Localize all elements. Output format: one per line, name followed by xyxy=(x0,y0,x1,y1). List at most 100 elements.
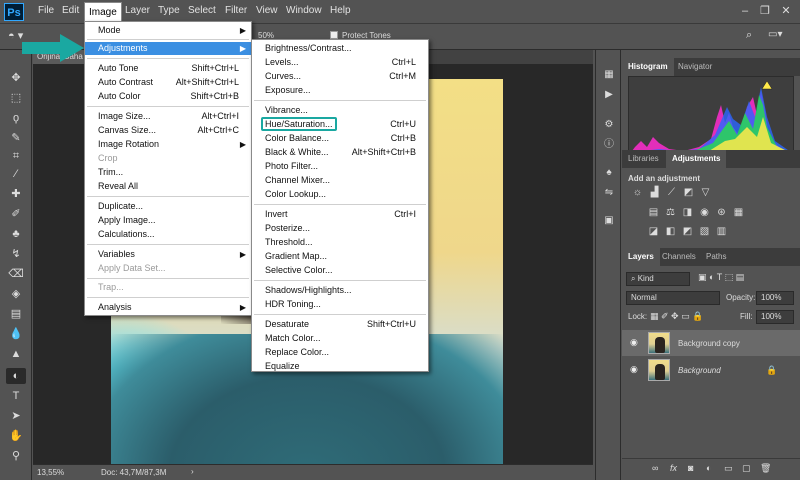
tab-channels[interactable]: Channels xyxy=(656,248,702,266)
menu-item-hdr-toning[interactable]: HDR Toning... xyxy=(252,298,428,311)
menu-view[interactable]: View xyxy=(256,5,278,16)
menu-item-image-size[interactable]: Image Size... Alt+Ctrl+I xyxy=(85,110,251,123)
menu-item-auto-color[interactable]: Auto Color Shift+Ctrl+B xyxy=(85,90,251,103)
brush-settings-icon[interactable]: ♠ xyxy=(601,166,617,180)
exposure-adj-icon[interactable]: ◩ xyxy=(683,187,694,198)
menu-item-reveal-all[interactable]: Reveal All xyxy=(85,180,251,193)
menu-layer[interactable]: Layer xyxy=(125,5,150,16)
layer-row-background-copy[interactable]: ◉ Background copy xyxy=(622,330,800,356)
new-layer-icon[interactable]: ▢ xyxy=(742,463,751,474)
dodge-tool-icon[interactable]: ▲ xyxy=(6,346,26,362)
menu-item-shadows-highlights[interactable]: Shadows/Highlights... xyxy=(252,284,428,297)
menu-item-calculations[interactable]: Calculations... xyxy=(85,228,251,241)
actions-play-icon[interactable]: ▶ xyxy=(601,88,617,102)
menu-filter[interactable]: Filter xyxy=(225,5,247,16)
protect-tones-checkbox[interactable] xyxy=(330,31,338,39)
photo-filter-adj-icon[interactable]: ◉ xyxy=(699,207,710,218)
menu-select[interactable]: Select xyxy=(188,5,216,16)
move-tool-icon[interactable]: ✥ xyxy=(6,70,26,86)
vibrance-adj-icon[interactable]: ▽ xyxy=(700,187,711,198)
eraser-tool-icon[interactable]: ⌫ xyxy=(6,266,26,282)
tab-histogram[interactable]: Histogram xyxy=(622,58,674,76)
tab-layers[interactable]: Layers xyxy=(622,248,660,266)
menu-item-replace-color[interactable]: Replace Color... xyxy=(252,346,428,359)
menu-item-hue-saturation[interactable]: Hue/Saturation... Ctrl+U xyxy=(252,117,428,131)
menu-item-brightness-contrast[interactable]: Brightness/Contrast... xyxy=(252,42,428,55)
menu-item-duplicate[interactable]: Duplicate... xyxy=(85,200,251,213)
menu-item-apply-image[interactable]: Apply Image... xyxy=(85,214,251,227)
menu-item-equalize[interactable]: Equalize xyxy=(252,360,428,373)
close-button[interactable]: ✕ xyxy=(777,3,795,19)
eye-icon[interactable]: ◉ xyxy=(630,337,638,348)
tab-adjustments[interactable]: Adjustments xyxy=(666,150,727,168)
posterize-adj-icon[interactable]: ◧ xyxy=(665,226,676,237)
hue-sat-adj-icon[interactable]: ▤ xyxy=(648,207,659,218)
pen-tool-icon[interactable]: ◐ xyxy=(6,368,26,384)
menu-image[interactable]: Image xyxy=(84,2,122,22)
lock-icons[interactable]: ▦ ✐ ✥ ▭ 🔒 xyxy=(650,311,703,322)
menu-item-threshold[interactable]: Threshold... xyxy=(252,236,428,249)
fill-field[interactable]: 100% xyxy=(756,310,794,324)
menu-item-desaturate[interactable]: Desaturate Shift+Ctrl+U xyxy=(252,318,428,331)
path-select-icon[interactable]: ➤ xyxy=(6,408,26,424)
paint-bucket-icon[interactable]: ◈ xyxy=(6,286,26,302)
mask-icon[interactable]: ◙ xyxy=(688,463,693,473)
menu-item-color-lookup[interactable]: Color Lookup... xyxy=(252,188,428,201)
marquee-tool-icon[interactable]: ⬚ xyxy=(6,90,26,106)
menu-item-adjustments[interactable]: Adjustments ▶ xyxy=(85,42,251,55)
menu-item-image-rotation[interactable]: Image Rotation ▶ xyxy=(85,138,251,151)
hand-tool-icon[interactable]: ✋ xyxy=(6,428,26,444)
curves-adj-icon[interactable]: ⟋ xyxy=(666,187,677,198)
menu-type[interactable]: Type xyxy=(158,5,180,16)
menu-item-photo-filter[interactable]: Photo Filter... xyxy=(252,160,428,173)
quick-select-tool-icon[interactable]: ✎ xyxy=(6,130,26,146)
delete-layer-icon[interactable]: 🗑 xyxy=(760,463,771,474)
crop-tool-icon[interactable]: ⌗ xyxy=(6,148,26,164)
stamp-tool-icon[interactable]: ♣ xyxy=(6,226,26,242)
eye-icon[interactable]: ◉ xyxy=(630,364,638,375)
clone-source-icon[interactable]: ▣ xyxy=(601,214,617,228)
levels-adj-icon[interactable]: ▟ xyxy=(649,187,660,198)
menu-item-exposure[interactable]: Exposure... xyxy=(252,84,428,97)
menu-item-trim[interactable]: Trim... xyxy=(85,166,251,179)
zoom-tool-icon[interactable]: ⚲ xyxy=(6,448,26,464)
menu-item-invert[interactable]: Invert Ctrl+I xyxy=(252,208,428,221)
eyedropper-tool-icon[interactable]: ⁄ xyxy=(6,166,26,182)
tab-libraries[interactable]: Libraries xyxy=(622,150,665,168)
workspace-icon[interactable]: ▭▾ xyxy=(768,29,782,40)
menu-item-match-color[interactable]: Match Color... xyxy=(252,332,428,345)
status-arrow-icon[interactable]: › xyxy=(191,467,194,476)
maximize-button[interactable]: ❐ xyxy=(756,3,774,19)
gradient-tool-icon[interactable]: ▤ xyxy=(6,306,26,322)
menu-item-selective-color[interactable]: Selective Color... xyxy=(252,264,428,277)
brightness-adj-icon[interactable]: ☼ xyxy=(632,187,643,198)
layer-filter-select[interactable]: ⌕ Kind xyxy=(626,272,690,286)
menu-edit[interactable]: Edit xyxy=(62,5,79,16)
menu-item-gradient-map[interactable]: Gradient Map... xyxy=(252,250,428,263)
adjustment-layer-icon[interactable]: ◐ xyxy=(706,463,711,473)
menu-item-auto-tone[interactable]: Auto Tone Shift+Ctrl+L xyxy=(85,62,251,75)
group-icon[interactable]: ▭ xyxy=(724,463,733,474)
menu-item-channel-mixer[interactable]: Channel Mixer... xyxy=(252,174,428,187)
menu-window[interactable]: Window xyxy=(286,5,322,16)
menu-item-auto-contrast[interactable]: Auto Contrast Alt+Shift+Ctrl+L xyxy=(85,76,251,89)
info-icon[interactable]: ⓘ xyxy=(601,138,617,152)
properties-icon[interactable]: ⚙ xyxy=(601,118,617,132)
color-balance-adj-icon[interactable]: ⚖ xyxy=(665,207,676,218)
menu-item-curves[interactable]: Curves... Ctrl+M xyxy=(252,70,428,83)
history-icon[interactable]: ▦ xyxy=(601,68,617,82)
menu-file[interactable]: File xyxy=(38,5,54,16)
invert-adj-icon[interactable]: ◪ xyxy=(648,226,659,237)
color-lookup-adj-icon[interactable]: ▦ xyxy=(733,207,744,218)
menu-item-analysis[interactable]: Analysis ▶ xyxy=(85,301,251,314)
swatches-icon[interactable]: ⇋ xyxy=(601,186,617,200)
healing-tool-icon[interactable]: ✚ xyxy=(6,186,26,202)
tab-paths[interactable]: Paths xyxy=(700,248,732,266)
menu-item-vibrance[interactable]: Vibrance... xyxy=(252,104,428,117)
threshold-adj-icon[interactable]: ◩ xyxy=(682,226,693,237)
filter-icons[interactable]: ▣ ◐ T ⬚ ▤ xyxy=(698,272,744,283)
tab-navigator[interactable]: Navigator xyxy=(672,58,718,76)
channel-mixer-adj-icon[interactable]: ⊛ xyxy=(716,207,727,218)
link-icon[interactable]: ∞ xyxy=(652,463,658,473)
opacity-field[interactable]: 100% xyxy=(756,291,794,305)
